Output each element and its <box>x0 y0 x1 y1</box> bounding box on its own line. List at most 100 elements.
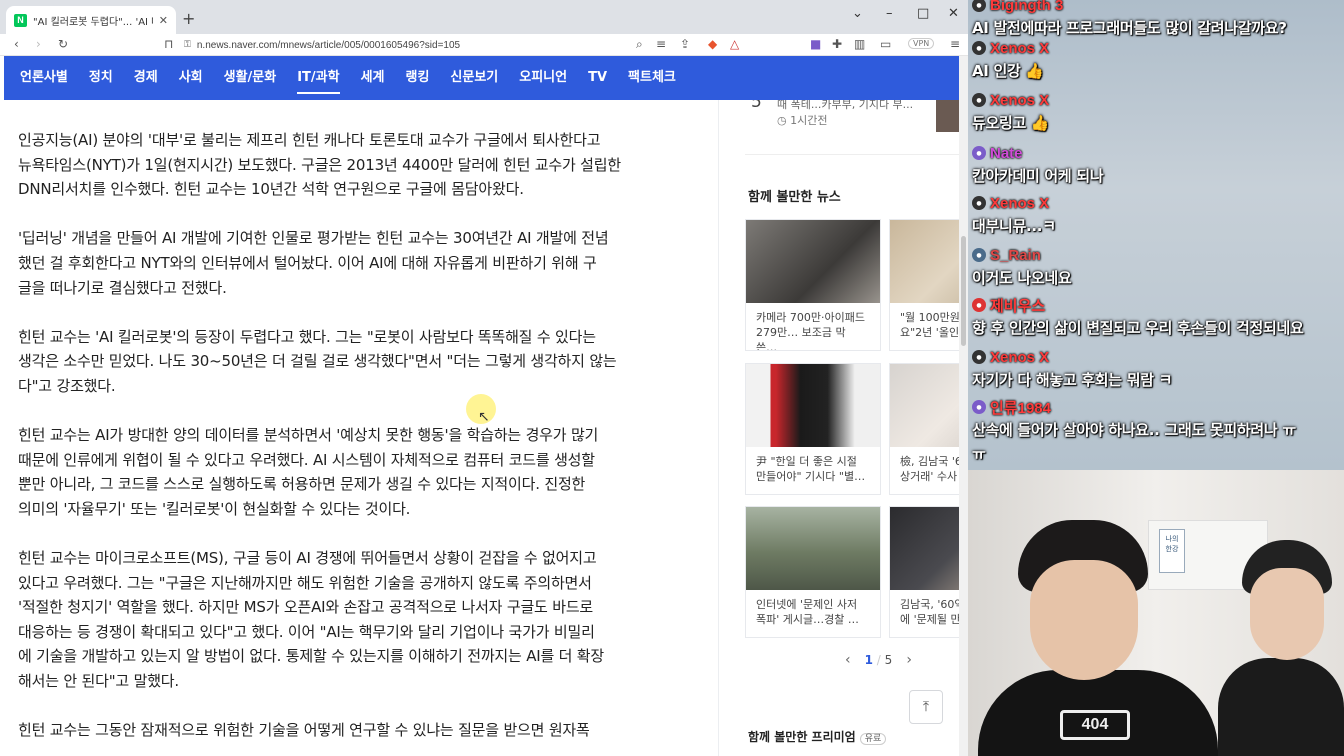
new-tab-icon[interactable]: + <box>182 9 195 28</box>
tab-list-chevron-icon[interactable]: ⌄ <box>852 6 863 21</box>
zoom-icon[interactable]: ⌕ <box>636 37 643 52</box>
article-paragraph: 힌턴 교수는 AI가 방대한 양의 데이터를 분석하면서 '예상치 못한 행동'… <box>18 426 599 518</box>
chat-user-row: ● 인류1984 <box>972 396 1296 418</box>
sidebar-icon[interactable]: ▥ <box>854 37 865 51</box>
chat-text: 대부니뮤...ㅋ <box>972 217 1056 235</box>
chat-user-badge-icon: ● <box>972 0 986 12</box>
chat-username[interactable]: Xenos X <box>990 40 1049 57</box>
chat-username[interactable]: Xenos X <box>990 92 1049 109</box>
lock-icon: ⚿ <box>184 40 191 50</box>
webcam-feed: 나의 한강 404 <box>968 470 1344 756</box>
reload-icon[interactable]: ↻ <box>58 37 68 51</box>
chat-user-row: ● Xenos X <box>972 346 1172 368</box>
article-paragraph: '딥러닝' 개념을 만들어 AI 개발에 기여한 인물로 평가받는 힌턴 교수는… <box>18 229 609 297</box>
article-paragraph: 힌턴 교수는 마이크로소프트(MS), 구글 등이 AI 경쟁에 뛰어들면서 상… <box>18 549 605 691</box>
share-icon[interactable]: ⇪ <box>680 37 690 51</box>
rank-thumbnail[interactable] <box>936 100 959 132</box>
news-card[interactable]: 檢, 김남국 '6 상거래' 수사 <box>889 363 959 495</box>
reader-icon[interactable]: ≡ <box>656 37 666 51</box>
chat-username[interactable]: 인류1984 <box>990 397 1051 418</box>
news-card[interactable]: 카메라 700만·아이패드 279만… 보조금 막 쓴… <box>745 219 881 351</box>
nav-item[interactable]: 신문보기 <box>450 56 498 100</box>
chat-username[interactable]: Xenos X <box>990 195 1049 212</box>
nav-item[interactable]: 사회 <box>179 56 203 100</box>
news-card-caption: 檢, 김남국 '6 상거래' 수사 <box>900 455 959 483</box>
nav-item[interactable]: 언론사별 <box>20 56 68 100</box>
chat-text: 향 후 인간의 삶이 변질되고 우리 후손들이 걱정되네요 <box>972 319 1304 337</box>
news-card[interactable]: 尹 "한일 더 좋은 시절 만들어야" 기시다 "별… <box>745 363 881 495</box>
chat-user-row: ● Bigingth 3 <box>972 0 1287 16</box>
rewards-icon[interactable]: △ <box>730 37 739 51</box>
address-bar[interactable]: ⚿ n.news.naver.com/mnews/article/005/000… <box>184 36 704 54</box>
browser-tab[interactable]: N "AI 킬러로봇 두렵다"... 'AI 대부' ✕ <box>6 6 176 34</box>
url-text: n.news.naver.com/mnews/article/005/00016… <box>196 39 461 51</box>
wallet-icon[interactable]: ▭ <box>880 37 891 51</box>
nav-item[interactable]: 정치 <box>89 56 113 100</box>
news-card[interactable]: 인터넷에 '문제인 사저 폭파' 게시글…경찰 … <box>745 506 881 638</box>
chat-username[interactable]: Xenos X <box>990 349 1049 366</box>
forward-icon[interactable]: › <box>36 37 41 51</box>
tab-title: "AI 킬러로봇 두렵다"... 'AI 대부' <box>33 16 153 28</box>
extension-m-icon[interactable]: ■ <box>810 37 821 51</box>
extensions-icon[interactable]: ✚ <box>832 37 842 51</box>
chat-user-badge-icon: ● <box>972 248 986 262</box>
chat-message: ● Xenos X AI 인강 👍 <box>972 37 1049 83</box>
premium-title: 함께 볼만한 프리미엄 유료 <box>748 728 887 745</box>
nav-item[interactable]: 팩트체크 <box>628 56 676 100</box>
vpn-button[interactable]: VPN <box>908 38 935 49</box>
news-card-thumbnail <box>746 507 880 590</box>
pager-next-icon[interactable]: › <box>906 652 912 668</box>
brave-shield-icon[interactable]: ◆ <box>708 37 717 51</box>
chat-user-row: ● 제비우스 <box>972 294 1303 316</box>
page-scrollbar[interactable] <box>959 56 968 756</box>
together-news-title: 함께 볼만한 뉴스 <box>748 190 841 205</box>
article-paragraph: 힌턴 교수는 'AI 킬러로봇'의 등장이 두렵다고 했다. 그는 "로봇이 사… <box>18 327 617 395</box>
nav-item[interactable]: 경제 <box>134 56 158 100</box>
tab-close-icon[interactable]: ✕ <box>159 14 168 27</box>
chat-message: ● Xenos X 대부니뮤...ㅋ <box>972 192 1056 238</box>
news-card-thumbnail <box>890 220 959 303</box>
chat-user-row: ● Xenos X <box>972 89 1049 111</box>
nav-item[interactable]: 랭킹 <box>406 56 430 100</box>
news-card-thumbnail <box>746 220 880 303</box>
menu-icon[interactable]: ≡ <box>950 37 960 51</box>
pager-prev-icon[interactable]: ‹ <box>845 652 851 668</box>
article-body: 인공지능(AI) 분야의 '대부'로 불리는 제프리 힌턴 캐나다 토론토대 교… <box>18 128 678 756</box>
nav-item[interactable]: 세계 <box>361 56 385 100</box>
news-card-thumbnail <box>890 364 959 447</box>
news-card-thumbnail <box>890 507 959 590</box>
premium-title-text: 함께 볼만한 프리미엄 <box>748 730 856 744</box>
rank-title[interactable]: 때 폭테...카부부, 기지다 부... <box>777 100 913 112</box>
scrollbar-thumb[interactable] <box>961 236 966 346</box>
news-card[interactable]: 김남국, '60억 에 '문제될 만 <box>889 506 959 638</box>
nav-item[interactable]: IT/과학 <box>297 56 340 100</box>
bookmark-icon[interactable]: ⊓ <box>164 37 173 51</box>
chat-message: ● 제비우스향 후 인간의 삶이 변질되고 우리 후손들이 걱정되네요 <box>972 294 1304 340</box>
news-card-caption: 인터넷에 '문제인 사저 폭파' 게시글…경찰 … <box>756 598 859 626</box>
chat-user-badge-icon: ● <box>972 146 986 160</box>
chat-user-badge-icon: ● <box>972 196 986 210</box>
pager-sep: / <box>876 653 881 667</box>
nav-item[interactable]: 생활/문화 <box>224 56 277 100</box>
rank-number: 5 <box>751 100 762 112</box>
browser-window: N "AI 킬러로봇 두렵다"... 'AI 대부' ✕ + ⌄ – □ ✕ ‹… <box>0 0 968 756</box>
back-icon[interactable]: ‹ <box>14 37 19 51</box>
minimize-icon[interactable]: – <box>886 6 893 21</box>
chat-message: ● Xenos X 듀오링고 👍 <box>972 89 1050 135</box>
chat-username[interactable]: Bigingth 3 <box>990 0 1063 14</box>
nav-item[interactable]: 오피니언 <box>519 56 567 100</box>
chat-username[interactable]: Nate <box>990 145 1023 162</box>
chat-text: 이거도 나오네요 <box>972 269 1072 287</box>
chat-username[interactable]: S_Rain <box>990 247 1041 264</box>
nav-item[interactable]: TV <box>588 56 607 100</box>
streamer-person: 404 <box>978 520 1218 756</box>
naver-favicon-icon: N <box>14 13 27 27</box>
pager: ‹ 1 / 5 › <box>845 652 912 668</box>
scroll-top-button[interactable]: ⤒ <box>909 690 943 724</box>
chat-username[interactable]: 제비우스 <box>990 295 1045 316</box>
maximize-icon[interactable]: □ <box>917 6 929 21</box>
close-window-icon[interactable]: ✕ <box>948 6 959 21</box>
news-card[interactable]: "월 100만원… 요"2년 '올인 <box>889 219 959 351</box>
cursor-arrow-icon: ↖ <box>478 409 490 425</box>
shirt-logo: 404 <box>1060 710 1130 740</box>
